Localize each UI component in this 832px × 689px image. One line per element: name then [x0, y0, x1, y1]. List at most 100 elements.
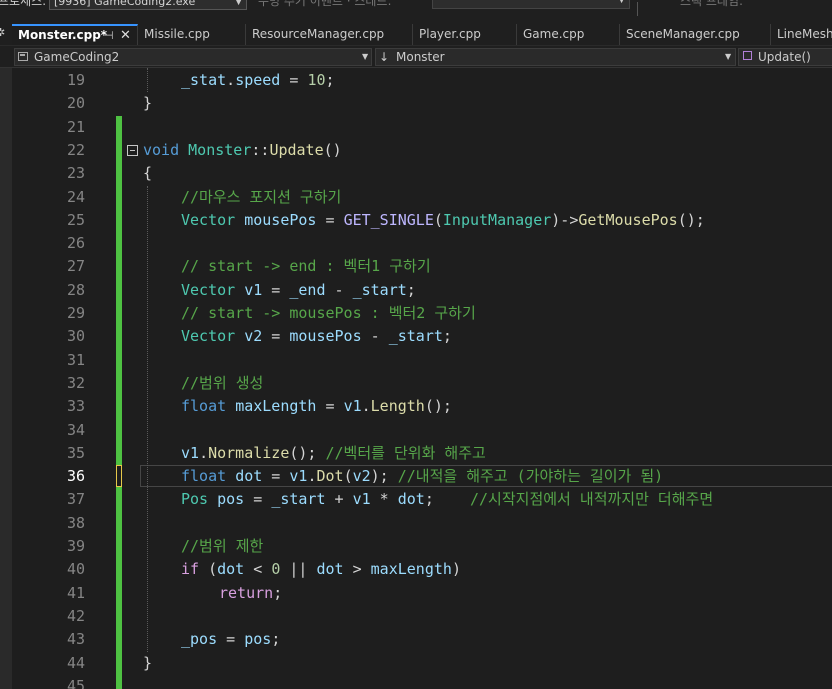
code-line[interactable]: 19 _stat.speed = 10; — [0, 69, 832, 92]
line-number: 20 — [66, 94, 85, 113]
tab-scenemanager-cpp[interactable]: SceneManager.cpp — [620, 24, 771, 45]
lifecycle-events-label[interactable]: 수명 주기 이벤트 · 스레드: — [258, 0, 392, 9]
line-number: 36 — [66, 467, 85, 486]
code-line[interactable]: 22 void Monster::Update() — [0, 139, 832, 162]
code-token: 0 — [271, 560, 281, 579]
code-token: mousePos — [289, 327, 362, 346]
code-text: Vector v2 = mousePos - _start; — [181, 325, 452, 348]
code-token: { — [143, 164, 153, 183]
code-token: _start — [388, 327, 443, 346]
tab-game-cpp[interactable]: Game.cpp — [517, 24, 620, 45]
code-token: if — [181, 560, 200, 579]
line-number: 33 — [66, 397, 85, 416]
code-token: _pos — [181, 630, 218, 649]
toolbar-divider — [637, 2, 638, 16]
code-token: // start -> mousePos : 벡터2 구하기 — [181, 304, 476, 322]
code-text: //범위 제한 — [181, 535, 263, 558]
tab-label: ResourceManager.cpp — [252, 27, 385, 41]
code-token: ; — [273, 583, 283, 602]
code-token: float — [181, 397, 227, 416]
code-token: GET_SINGLE — [343, 210, 434, 229]
line-number: 37 — [66, 490, 85, 509]
tab-player-cpp[interactable]: Player.cpp — [413, 24, 517, 45]
code-token: v1 — [352, 490, 371, 509]
code-token: || — [280, 560, 317, 579]
line-number: 35 — [66, 443, 85, 462]
tab-missile-cpp[interactable]: Missile.cpp — [138, 24, 246, 45]
line-number: 29 — [66, 304, 85, 322]
code-line[interactable]: 43 _pos = pos; — [0, 628, 832, 651]
close-icon[interactable]: ✕ — [120, 26, 131, 45]
code-line[interactable]: 45 — [0, 675, 832, 689]
scope-name: Monster — [396, 50, 445, 64]
code-line[interactable]: 39 //범위 제한 — [0, 535, 832, 558]
code-line[interactable]: 41 return; — [0, 582, 832, 605]
code-token: = — [262, 280, 290, 299]
code-text: void Monster::Update() — [143, 139, 342, 162]
code-line[interactable]: 44} — [0, 652, 832, 675]
tab-resourcemanager-cpp[interactable]: ResourceManager.cpp — [246, 24, 413, 45]
code-token: GetMousePos — [578, 210, 678, 229]
project-icon — [18, 52, 28, 61]
line-number: 27 — [66, 257, 85, 276]
code-line[interactable]: 31 — [0, 349, 832, 372]
code-line[interactable]: 40 if (dot < 0 || dot > maxLength) — [0, 558, 832, 581]
code-text: { — [143, 162, 152, 185]
code-editor[interactable]: 19 _stat.speed = 10; 20} 21 22 void Monster::… — [0, 68, 832, 689]
code-line[interactable]: 25 Vector mousePos = GET_SINGLE(InputMana… — [0, 209, 832, 232]
code-token: Pos — [181, 490, 209, 509]
code-line[interactable]: 37 Pos pos = _start + v1 * dot; //시작지점에서 … — [0, 488, 832, 511]
code-text: _stat.speed = 10; — [181, 69, 335, 92]
line-number: 25 — [66, 210, 85, 229]
chevron-down-icon: ▼ — [725, 52, 732, 61]
collapse-toggle-icon[interactable] — [127, 144, 138, 156]
tab-linemesh[interactable]: LineMesh. — [771, 24, 832, 45]
tab-label: SceneManager.cpp — [626, 27, 740, 41]
code-line[interactable]: 28 Vector v1 = _end - _start; — [0, 279, 832, 302]
code-line[interactable]: 30 Vector v2 = mousePos - _start; — [0, 325, 832, 348]
code-text: //마우스 포지션 구하기 — [181, 186, 341, 209]
code-line[interactable]: 23 { — [0, 162, 832, 185]
line-number: 24 — [66, 187, 85, 206]
code-line[interactable]: 38 — [0, 512, 832, 535]
code-line[interactable]: 29 // start -> mousePos : 벡터2 구하기 — [0, 302, 832, 325]
navigation-bar: GameCoding2 ▼ ↓ Monster ▼ Update() — [0, 45, 832, 68]
code-line[interactable]: 42 — [0, 605, 832, 628]
line-number: 39 — [66, 537, 85, 555]
code-token: pos — [217, 490, 245, 509]
code-line[interactable]: 20} — [0, 92, 832, 115]
code-line[interactable]: 35 v1.Normalize(); //벡터를 단위화 해주고 — [0, 442, 832, 465]
code-line[interactable]: 21 — [0, 116, 832, 139]
code-text: // start -> mousePos : 벡터2 구하기 — [181, 302, 476, 325]
indent-guide — [147, 185, 148, 652]
code-token: _start — [271, 490, 326, 509]
code-token: ( — [433, 210, 443, 229]
code-text: Vector v1 = _end - _start; — [181, 279, 416, 302]
tab-monster-cpp[interactable]: Monster.cpp* ⊣ ✕ — [12, 24, 138, 45]
member-dropdown[interactable]: Update() — [738, 48, 832, 66]
pin-icon[interactable]: ⊣ — [104, 26, 114, 45]
code-text: float maxLength = v1.Length(); — [181, 395, 452, 418]
code-line[interactable]: 34 — [0, 419, 832, 442]
scope-dropdown[interactable]: ↓ Monster ▼ — [375, 48, 736, 66]
line-number: 42 — [66, 606, 85, 625]
code-line[interactable]: 32 //범위 생성 — [0, 372, 832, 395]
code-line[interactable]: 26 — [0, 232, 832, 255]
tab-label: Game.cpp — [523, 27, 585, 41]
code-text: return; — [219, 582, 282, 605]
code-token: //마우스 포지션 구하기 — [181, 187, 342, 206]
project-dropdown[interactable]: GameCoding2 ▼ — [14, 48, 372, 66]
chevron-down-icon: ▼ — [362, 52, 369, 61]
code-text: _pos = pos; — [181, 628, 280, 651]
code-token: ; — [325, 71, 335, 89]
process-dropdown[interactable]: [9936] GameCoding2.exe ▼ — [49, 0, 247, 10]
debug-toolbar: 프로세스: [9936] GameCoding2.exe ▼ 수명 주기 이벤트… — [0, 0, 832, 24]
process-value: [9936] GameCoding2.exe — [54, 0, 196, 8]
code-line[interactable]: 27 // start -> end : 벡터1 구하기 — [0, 255, 832, 278]
code-line[interactable]: 33 float maxLength = v1.Length(); — [0, 395, 832, 418]
code-line[interactable]: 24 //마우스 포지션 구하기 — [0, 186, 832, 209]
thread-dropdown[interactable]: ▼ — [432, 0, 630, 9]
code-token: maxLength — [370, 560, 452, 579]
